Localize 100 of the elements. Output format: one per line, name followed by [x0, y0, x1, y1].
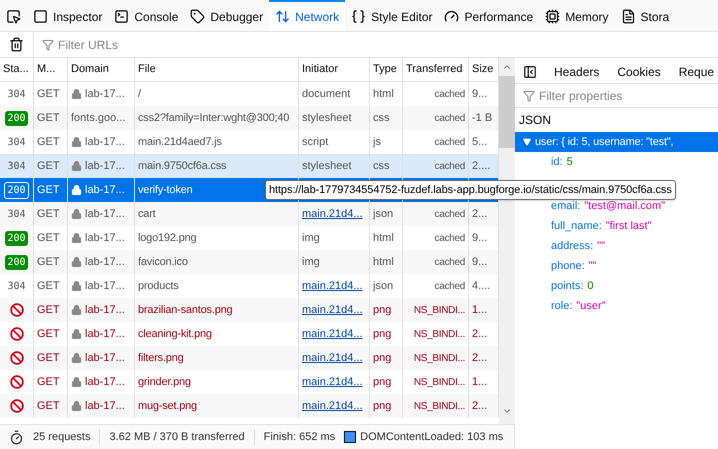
filter-icon [523, 90, 535, 102]
panel-tab[interactable]: Reque [670, 60, 718, 83]
request-row[interactable]: GET lab-17... mug-set.png main.21d4... png NS_BINDI... 2... [0, 394, 499, 418]
size-text: 2... [472, 350, 488, 366]
transferred-text: cached [434, 112, 465, 126]
type-text: css [373, 110, 390, 126]
file-text: mug-set.png [138, 398, 197, 414]
toolbar-tab[interactable]: Console [108, 0, 184, 31]
initiator-link[interactable]: main.21d4... [302, 326, 363, 342]
column-header[interactable]: Initiator [299, 58, 370, 81]
panel-toggle-icon[interactable] [523, 64, 537, 78]
request-row[interactable]: 304 GET lab-17... cart main.21d4... json cached 2... [0, 202, 499, 226]
arrows-up-down-icon [275, 9, 290, 24]
method-text: GET [37, 254, 60, 270]
filter-input[interactable]: Filter URLs [58, 36, 710, 54]
domain-text: fonts.goo... [71, 110, 126, 126]
size-text: 4.... [472, 278, 490, 294]
json-property: phone: "" [550, 258, 598, 274]
request-row[interactable]: GET lab-17... brazilian-santos.png main.21d4... png NS_BINDI... 1... [0, 298, 499, 322]
transferred-text: cached [434, 232, 465, 246]
type-text: html [373, 86, 394, 102]
json-property: role: "user" [550, 298, 607, 314]
file-text: / [138, 86, 141, 102]
trash-icon [9, 37, 24, 52]
json-property: id: 5 [550, 154, 574, 170]
size-text: 1... [472, 302, 488, 318]
panel-tab[interactable]: Headers [545, 60, 608, 83]
initiator-link[interactable]: main.21d4... [302, 206, 363, 222]
scrollbar-thumb[interactable] [499, 76, 515, 148]
tree-row[interactable]: user: { id: 5, username: "test", [515, 132, 718, 152]
transfer-summary: 3.62 MB / 370 B transferred [100, 428, 255, 446]
panel-tab[interactable]: Cookies [608, 60, 670, 83]
initiator-link[interactable]: main.21d4... [302, 398, 363, 414]
column-header[interactable]: Domain [68, 58, 135, 81]
toolbar-tab[interactable]: Style Editor [345, 0, 438, 31]
initiator-text: stylesheet [302, 110, 352, 126]
initiator-link[interactable]: main.21d4... [302, 302, 363, 318]
size-text: 2... [472, 326, 488, 342]
chip-icon [545, 9, 560, 24]
request-row[interactable]: 304 GET lab-17... main.9750cf6a.css stylesheet css cached 2.... [0, 154, 499, 178]
element-picker-icon [6, 9, 21, 24]
toolbar-tab[interactable]: Performance [438, 0, 540, 31]
initiator-text: stylesheet [302, 158, 352, 174]
status-badge: 200 [5, 254, 28, 270]
initiator-link[interactable]: main.21d4... [302, 374, 363, 390]
size-text: 2... [472, 398, 488, 414]
toolbar-tab[interactable]: Inspector [27, 0, 108, 31]
column-header[interactable]: M... [34, 58, 68, 81]
status-badge: 200 [4, 182, 29, 198]
file-text: filters.png [138, 350, 184, 366]
domain-text: lab-17... [85, 302, 125, 318]
domain-text: lab-17... [85, 326, 125, 342]
json-property: full_name: "first last" [550, 218, 652, 234]
type-text: png [373, 350, 392, 366]
method-text: GET [37, 206, 60, 222]
request-row[interactable]: GET lab-17... filters.png main.21d4... png NS_BINDI... 2... [0, 346, 499, 370]
size-text: 5... [472, 134, 488, 150]
size-text: -1 B [472, 110, 492, 126]
file-text: logo192.png [138, 230, 196, 246]
type-text: png [373, 374, 392, 390]
domain-text: lab-17... [85, 398, 125, 414]
file-text: cleaning-kit.png [138, 326, 212, 342]
square-icon [33, 9, 48, 24]
method-text: GET [37, 374, 60, 390]
domain-text: lab-17... [85, 134, 125, 150]
transferred-text: NS_BINDI... [414, 376, 465, 390]
toolbar-tab[interactable]: Debugger [184, 0, 270, 31]
column-header[interactable]: Sta... [0, 58, 34, 81]
method-text: GET [37, 182, 60, 198]
toolbar-tab[interactable]: Stora [614, 0, 676, 31]
method-text: GET [37, 158, 60, 174]
initiator-link[interactable]: main.21d4... [302, 350, 363, 366]
initiator-text: img [302, 254, 320, 270]
type-text: css [373, 158, 390, 174]
toolbar-tab[interactable]: Memory [539, 0, 615, 31]
initiator-link[interactable]: main.21d4... [302, 278, 363, 294]
column-header[interactable]: Type [370, 58, 403, 81]
size-text: 9... [472, 230, 488, 246]
status-code: 304 [7, 88, 26, 102]
method-text: GET [37, 134, 60, 150]
file-text: products [138, 278, 179, 294]
type-text: html [373, 254, 394, 270]
method-text: GET [37, 302, 60, 318]
tree-label: user: { id: 5, username: "test", [535, 134, 674, 150]
request-count: 25 requests [33, 428, 100, 446]
column-header[interactable]: File [135, 58, 299, 81]
toolbar-tab[interactable]: Network [269, 0, 346, 31]
file-text: main.9750cf6a.css [138, 158, 226, 174]
initiator-text: script [302, 134, 328, 150]
request-row[interactable]: 200 GET lab-17... favicon.ico img html cached 9... [0, 250, 499, 274]
initiator-text: document [302, 86, 350, 102]
column-header[interactable]: Transferred [403, 58, 469, 81]
stopwatch-icon [9, 430, 24, 444]
size-text: 2... [472, 206, 488, 222]
domain-text: lab-17... [85, 230, 125, 246]
filter-properties-input[interactable]: Filter properties [539, 86, 710, 104]
tag-icon [190, 9, 206, 24]
json-property: address: "" [550, 238, 606, 254]
request-row[interactable]: 200 GET fonts.goo... css2?family=Inter:wght@300;40 stylesheet css cached -1 B [0, 106, 499, 130]
file-text: grinder.png [138, 374, 191, 390]
